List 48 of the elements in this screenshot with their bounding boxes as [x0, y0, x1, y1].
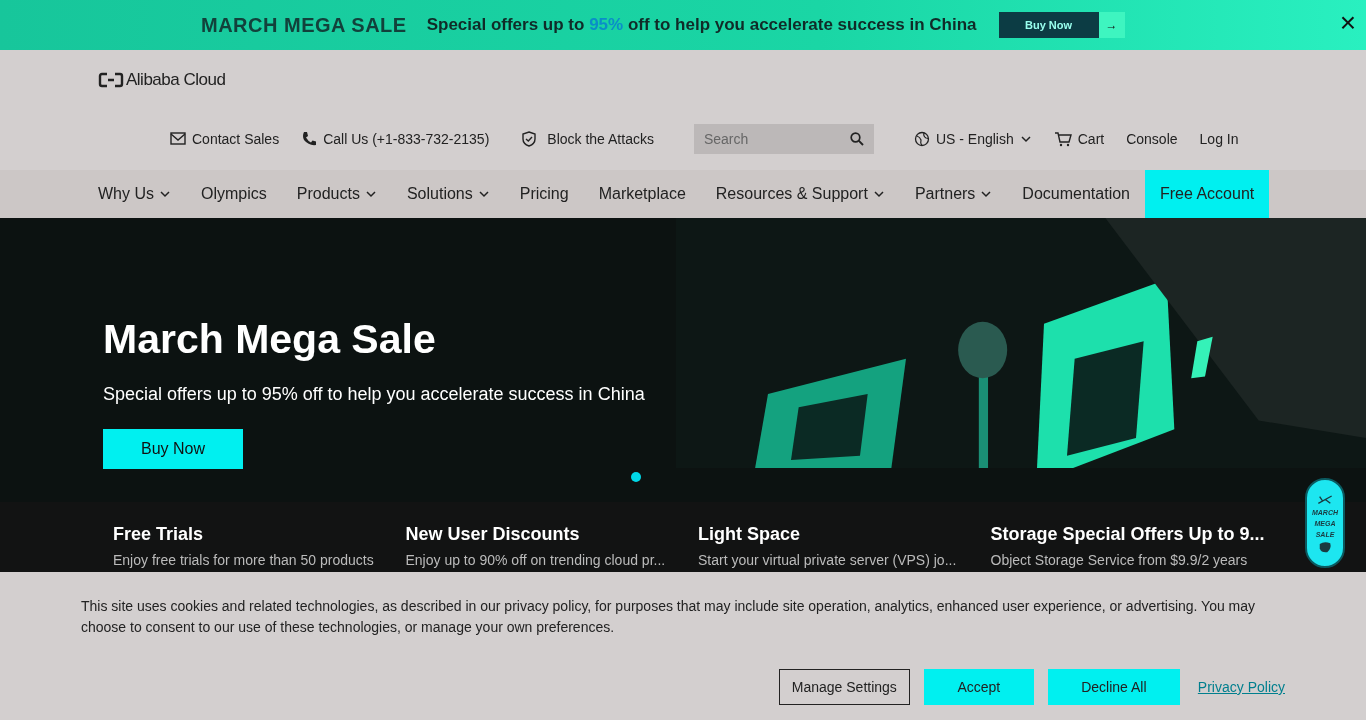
- search-field[interactable]: Search: [693, 124, 874, 154]
- hero-title: March Mega Sale: [103, 315, 437, 364]
- feature-title[interactable]: Free Trials: [113, 524, 406, 545]
- feature-text: Start your virtual private server (VPS) jo...: [698, 552, 958, 568]
- chevron-down-icon: [1019, 133, 1032, 145]
- nav-item[interactable]: Partners: [899, 170, 1008, 218]
- utility-link[interactable]: Contact Sales: [170, 131, 280, 147]
- phone-icon: [301, 131, 318, 147]
- nav-item[interactable]: Resources & Support: [700, 170, 900, 218]
- cookie-notice: This site uses cookies and related technologies, as described in our privacy policy, for purposes that may include site operation, analytics, enhanced user experience, or advertising. You may choose to consent to our use of these technologies, or manage your own preferences.: [81, 597, 1257, 637]
- feature-title[interactable]: Light Space: [698, 524, 991, 545]
- console-link[interactable]: Console: [1126, 131, 1178, 147]
- nav-item[interactable]: Marketplace: [583, 170, 701, 218]
- arrow-button[interactable]: →: [1098, 12, 1125, 38]
- buy-now-button[interactable]: Buy Now: [103, 429, 243, 469]
- logo[interactable]: Alibaba Cloud: [98, 70, 226, 90]
- feature-text: Enjoy up to 90% off on trending cloud pr...: [405, 552, 667, 568]
- nav-item[interactable]: Products: [281, 170, 392, 218]
- carousel-dot[interactable]: [631, 472, 641, 482]
- utility-link[interactable]: Block the Attacks: [521, 131, 654, 147]
- cart-icon: [1053, 131, 1072, 147]
- shield-icon: [521, 131, 538, 147]
- nav-item[interactable]: Free Account: [1145, 170, 1270, 218]
- utility-link[interactable]: Call Us (+1-833-732-2135): [301, 131, 490, 147]
- feature-text: Enjoy free trials for more than 50 products: [113, 552, 375, 568]
- feature-title[interactable]: New User Discounts: [405, 524, 698, 545]
- feature-text: Object Storage Service from $9.9/2 years: [990, 552, 1249, 568]
- mail-icon: [170, 131, 186, 147]
- nav-item[interactable]: Why Us: [83, 170, 186, 218]
- nav-item[interactable]: Solutions: [391, 170, 505, 218]
- manage-settings-button[interactable]: Manage Settings: [778, 669, 910, 705]
- buy-now-button[interactable]: Buy Now: [998, 12, 1099, 38]
- close-button[interactable]: ×: [1337, 9, 1358, 37]
- cookie-button[interactable]: Accept: [923, 669, 1034, 705]
- globe-icon: [913, 131, 930, 147]
- nav-item[interactable]: Documentation: [1007, 170, 1145, 218]
- cookie-button[interactable]: Decline All: [1047, 669, 1180, 705]
- cart-link[interactable]: Cart: [1053, 131, 1105, 147]
- nav-item[interactable]: Olympics: [186, 170, 282, 218]
- hero-subtitle: Special offers up to 95% off to help you accelerate success in China: [103, 384, 646, 405]
- logo-icon: [98, 72, 124, 88]
- search-icon: [849, 132, 864, 146]
- language-selector[interactable]: US - English: [913, 131, 1032, 147]
- promo-text: Special offers up to 95% off to help you accelerate success in China: [426, 15, 977, 35]
- login-link[interactable]: Log In: [1199, 131, 1239, 147]
- promo-title: MARCH MEGA SALE: [201, 13, 407, 37]
- feature-title[interactable]: Storage Special Offers Up to 9...: [990, 524, 1283, 545]
- nav-item[interactable]: Pricing: [504, 170, 584, 218]
